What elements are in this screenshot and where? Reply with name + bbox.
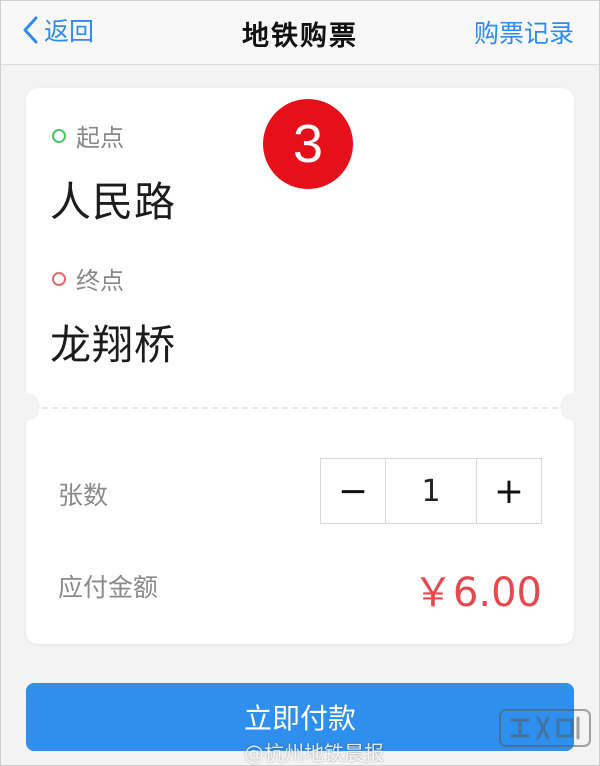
destination-dot-icon	[52, 271, 66, 286]
amount-due-value: ￥6.00	[412, 570, 542, 616]
origin-station[interactable]: 人民路	[50, 168, 176, 228]
ticket-divider	[42, 407, 558, 409]
watermark-text: @杭州地铁晨报	[244, 741, 384, 765]
quantity-stepper: − 1 +	[320, 458, 542, 524]
quantity-value: 1	[385, 459, 477, 523]
site-logo-icon	[499, 709, 591, 747]
destination-label-text: 终点	[76, 267, 124, 295]
decrement-button[interactable]: −	[321, 459, 385, 523]
amount-due-label: 应付金额	[58, 573, 159, 602]
destination-label: 终点	[52, 261, 124, 296]
ticket-notch-right	[560, 393, 588, 421]
purchase-history-link[interactable]: 购票记录	[474, 14, 574, 50]
origin-label-text: 起点	[76, 124, 124, 152]
quantity-label: 张数	[58, 481, 109, 510]
origin-label: 起点	[52, 118, 124, 153]
ticket-notch-left	[12, 393, 40, 421]
step-number-badge: 3	[263, 99, 353, 189]
destination-station[interactable]: 龙翔桥	[50, 311, 176, 371]
nav-bar: 返回 地铁购票 购票记录	[0, 0, 600, 65]
origin-dot-icon	[52, 128, 66, 143]
increment-button[interactable]: +	[477, 459, 541, 523]
